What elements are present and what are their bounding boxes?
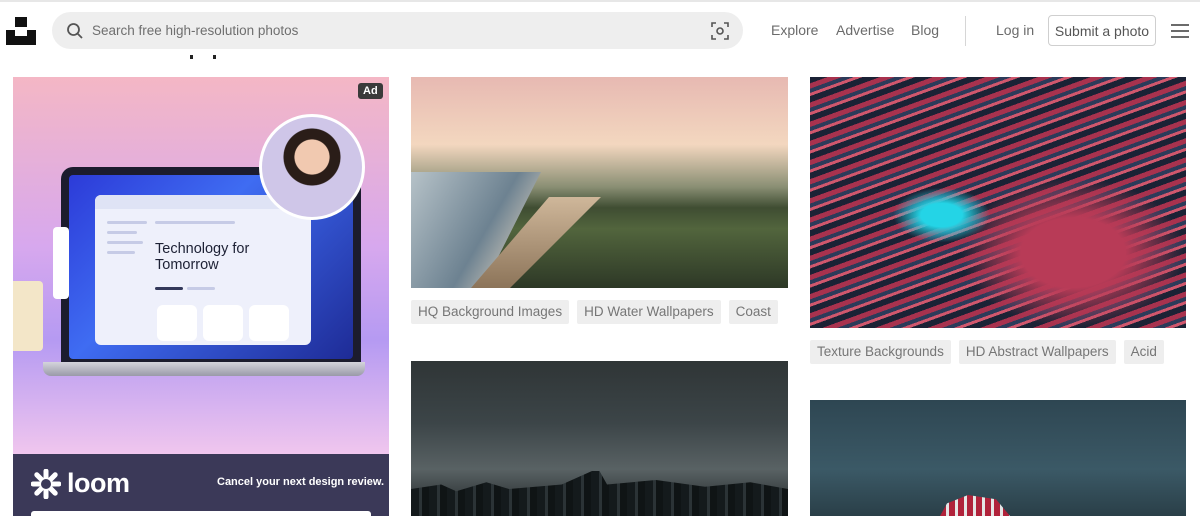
photo-tags: Texture Backgrounds HD Abstract Wallpape…	[810, 340, 1164, 364]
header: Explore Advertise Blog Log in Submit a p…	[0, 2, 1200, 60]
photo-red-building[interactable]	[810, 400, 1186, 516]
photo-abstract-texture[interactable]	[810, 77, 1186, 328]
tag-hq-background-images[interactable]: HQ Background Images	[411, 300, 570, 324]
loom-burst-icon	[31, 468, 61, 499]
nav-divider	[965, 16, 966, 46]
submit-photo-button[interactable]: Submit a photo	[1048, 15, 1156, 46]
login-link[interactable]: Log in	[996, 22, 1034, 38]
ad-tagline: Cancel your next design review.	[217, 476, 385, 488]
recording-toolbar	[53, 227, 69, 299]
loom-wordmark: loom	[67, 468, 130, 498]
ad-card[interactable]: Technology for Tomorrow Ad loom Cancel y…	[13, 77, 389, 516]
tag-hd-water-wallpapers[interactable]: HD Water Wallpapers	[577, 300, 721, 324]
cube-icon	[203, 305, 243, 341]
search-icon[interactable]	[66, 22, 84, 40]
partial-text-fragment	[213, 55, 216, 59]
nav-blog[interactable]: Blog	[911, 22, 939, 38]
search-input[interactable]	[92, 12, 692, 49]
ad-cup-graphic	[13, 281, 43, 351]
chip-icon	[249, 305, 289, 341]
ad-cta-button[interactable]	[31, 511, 371, 516]
photo-tags: HQ Background Images HD Water Wallpapers…	[411, 300, 778, 324]
avatar	[259, 114, 365, 220]
globe-icon	[157, 305, 197, 341]
photo-city-skyline[interactable]	[411, 361, 788, 516]
tag-texture-backgrounds[interactable]: Texture Backgrounds	[810, 340, 951, 364]
ad-badge: Ad	[358, 83, 383, 99]
tag-acid[interactable]: Acid	[1123, 340, 1164, 364]
ad-screen-window: Technology for Tomorrow	[95, 195, 311, 345]
ad-image[interactable]: Technology for Tomorrow Ad	[13, 77, 389, 454]
unsplash-logo-icon[interactable]	[6, 17, 36, 45]
ad-laptop-base	[43, 362, 365, 376]
tag-hd-abstract-wallpapers[interactable]: HD Abstract Wallpapers	[958, 340, 1116, 364]
ad-screen-title: Technology for Tomorrow	[155, 241, 250, 273]
search-bar	[52, 12, 743, 49]
loom-logo: loom	[31, 468, 130, 499]
hamburger-menu-icon[interactable]	[1171, 24, 1189, 38]
nav-explore[interactable]: Explore	[771, 22, 818, 38]
partial-text-fragment	[190, 55, 193, 59]
tag-coast[interactable]: Coast	[728, 300, 778, 324]
visual-search-icon[interactable]	[710, 21, 730, 41]
photo-coast[interactable]	[411, 77, 788, 288]
nav-advertise[interactable]: Advertise	[836, 22, 894, 38]
ad-footer[interactable]: loom Cancel your next design review.	[13, 454, 389, 516]
